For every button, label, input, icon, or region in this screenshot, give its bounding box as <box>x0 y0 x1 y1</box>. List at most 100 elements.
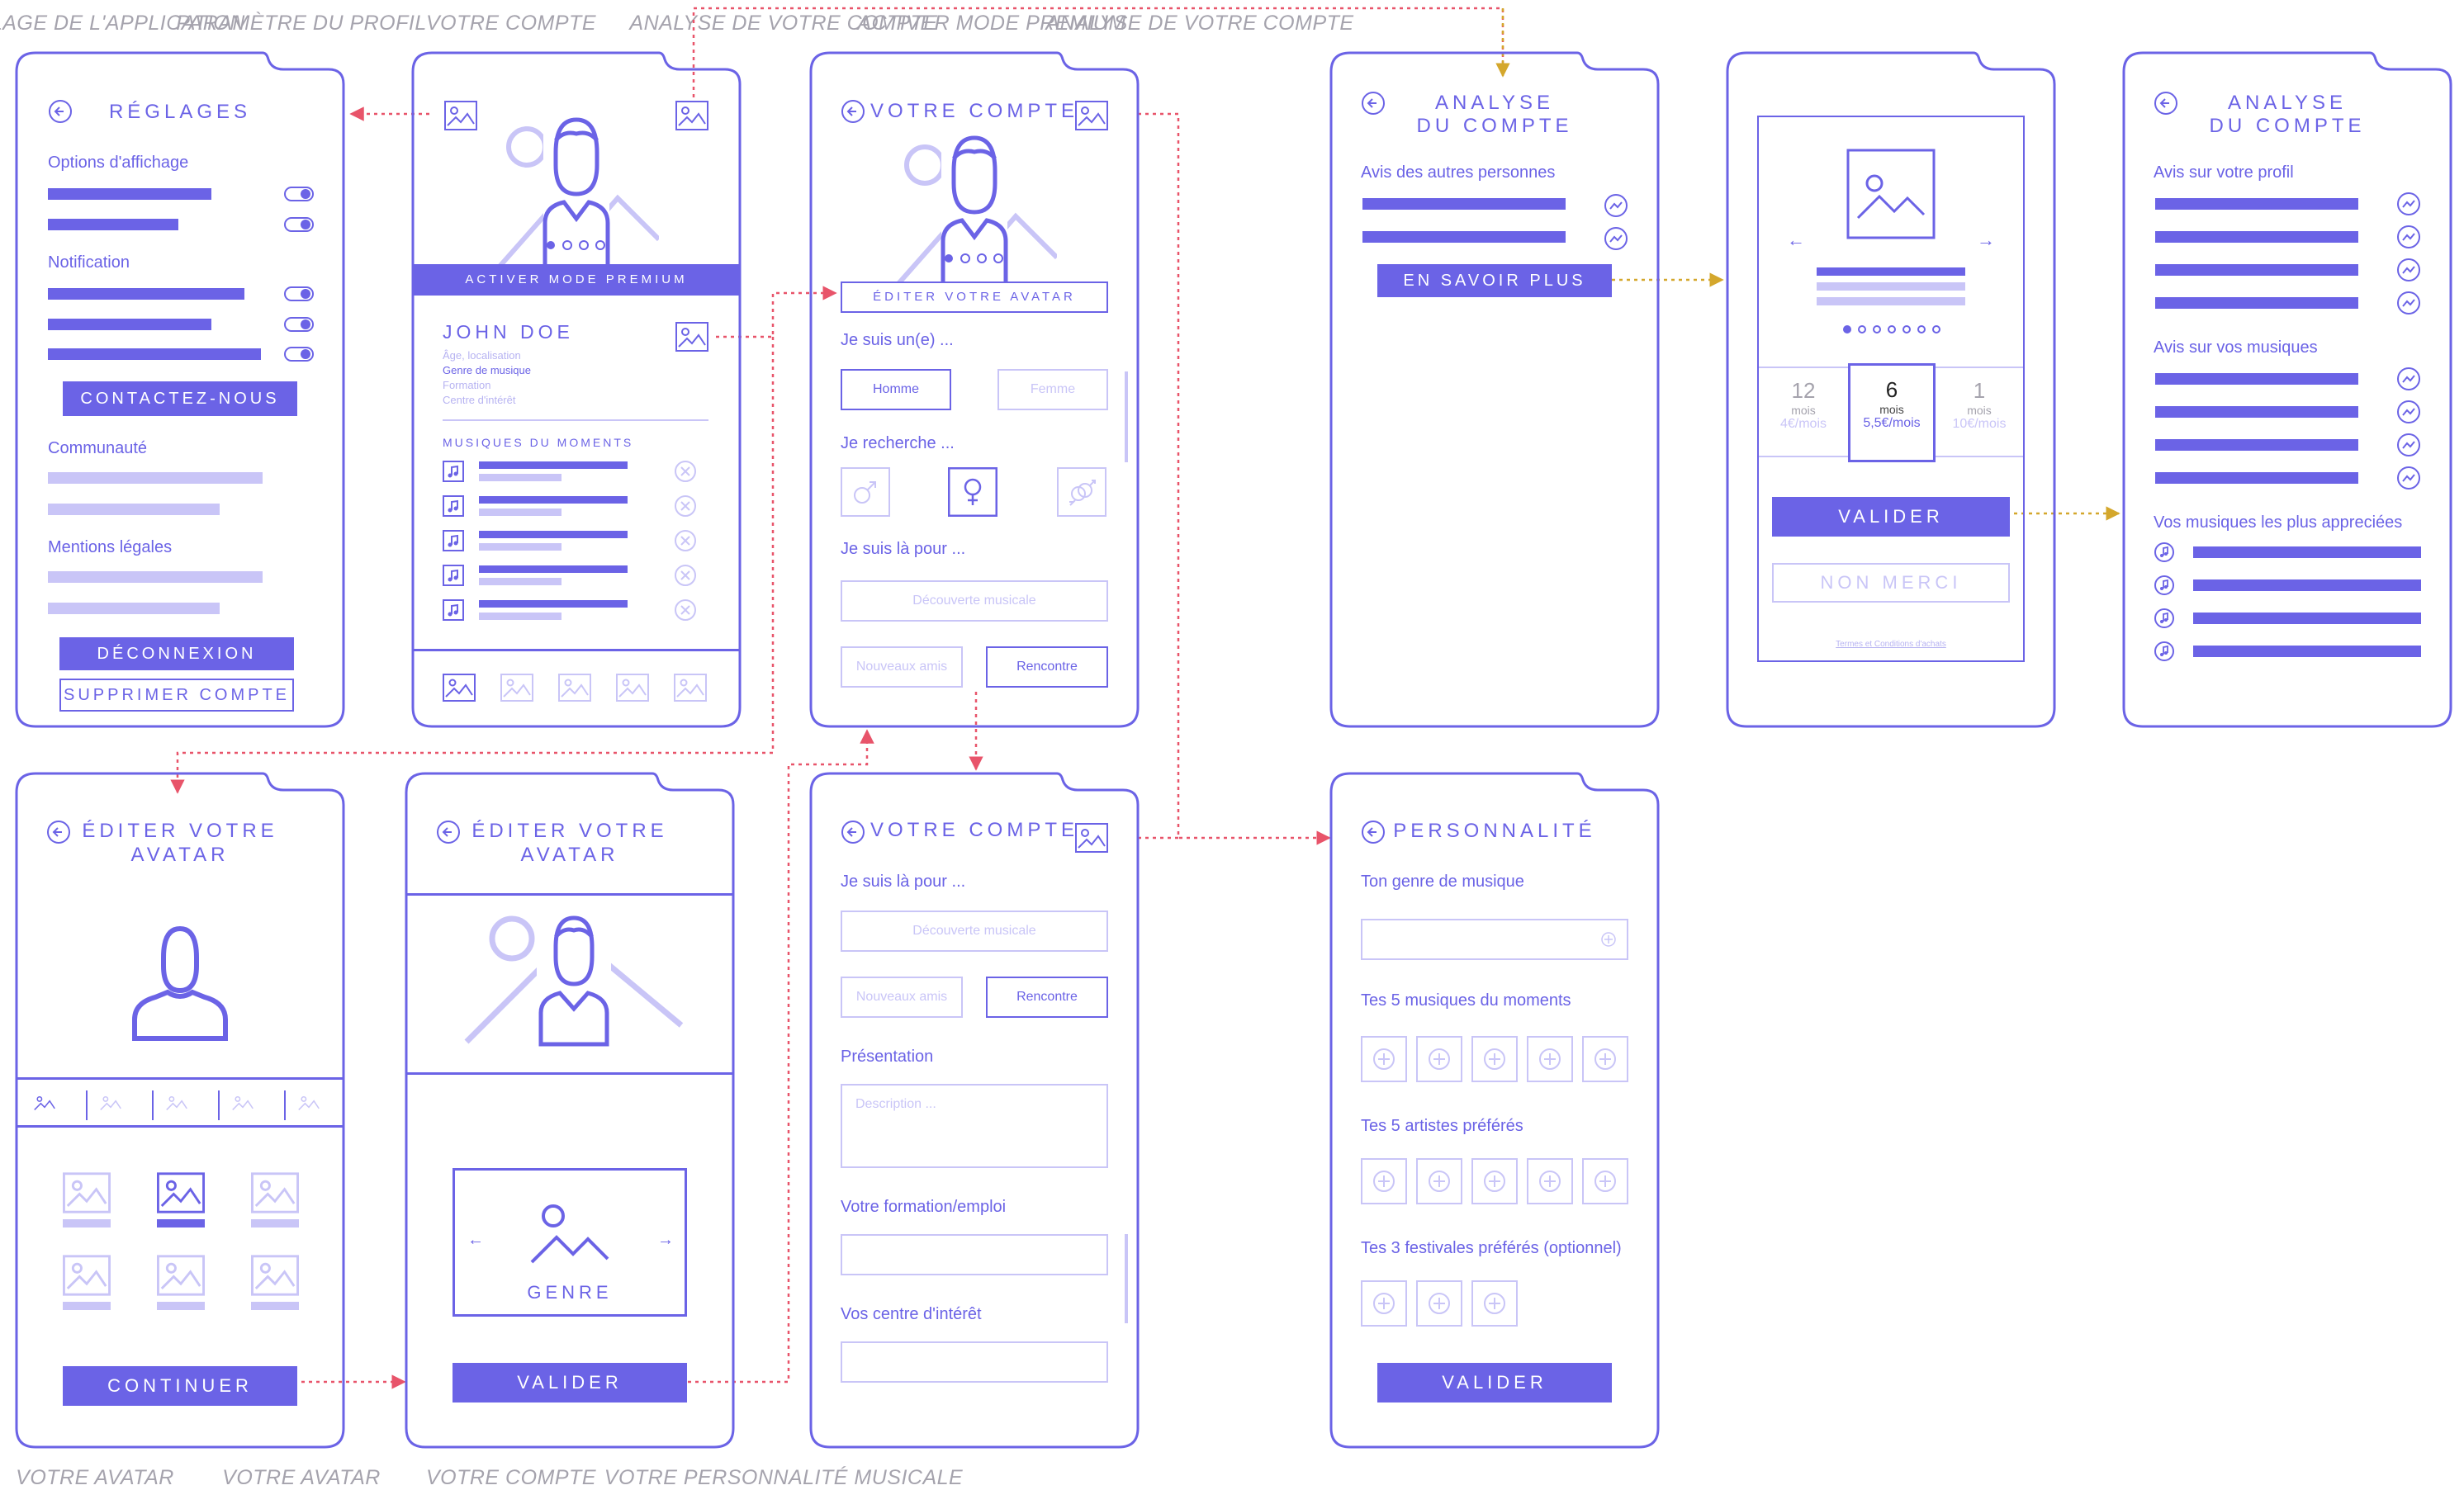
review-icon[interactable] <box>2396 258 2421 286</box>
toggle-icon[interactable] <box>284 217 314 232</box>
plan-1-month[interactable]: 1 mois 10€/mois <box>1936 368 2023 456</box>
review-icon[interactable] <box>2396 225 2421 253</box>
image-icon[interactable] <box>1075 101 1108 130</box>
add-slot-icon[interactable] <box>1416 1036 1462 1086</box>
add-slot-icon[interactable] <box>1471 1280 1518 1331</box>
here-for-label: Je suis là pour ... <box>841 873 966 891</box>
validate-button[interactable]: VALIDER <box>1377 1363 1612 1402</box>
profile-name: JOHN DOE <box>443 321 574 343</box>
divider <box>17 1125 343 1128</box>
page-title-line2: AVATAR <box>130 844 230 866</box>
plan-6-months[interactable]: 6 mois 5,5€/mois <box>1848 363 1936 462</box>
category-tab-icon[interactable] <box>96 1092 126 1118</box>
add-slot-icon[interactable] <box>1361 1280 1407 1331</box>
delete-account-button[interactable]: SUPPRIMER COMPTE <box>59 679 294 712</box>
review-icon[interactable] <box>2396 466 2421 494</box>
terms-link[interactable]: Termes et Conditions d'achats <box>1757 637 2025 652</box>
avatar-option-icon[interactable] <box>157 1171 205 1218</box>
female-option-icon[interactable] <box>948 467 997 517</box>
image-icon[interactable] <box>1075 823 1108 853</box>
edit-avatar-button[interactable]: ÉDITER VOTRE AVATAR <box>841 281 1108 313</box>
remove-icon[interactable] <box>674 460 697 487</box>
toggle-icon[interactable] <box>284 187 314 201</box>
category-tab-icon[interactable] <box>294 1092 324 1118</box>
validate-button[interactable]: VALIDER <box>1772 497 2010 537</box>
photo-thumbnail-icon[interactable] <box>558 674 591 706</box>
category-tab-icon[interactable] <box>162 1092 192 1118</box>
discover-option[interactable]: Découverte musicale <box>841 580 1108 622</box>
scrollbar[interactable] <box>1125 371 1128 462</box>
edit-image-icon[interactable] <box>675 322 708 352</box>
review-icon[interactable] <box>2396 192 2421 220</box>
next-arrow-icon[interactable]: → <box>1977 229 1995 251</box>
review-icon[interactable] <box>2396 367 2421 395</box>
job-input[interactable] <box>841 1234 1108 1275</box>
toggle-icon[interactable] <box>284 317 314 332</box>
photo-thumbnail-icon[interactable] <box>616 674 649 706</box>
friends-option[interactable]: Nouveaux amis <box>841 977 963 1018</box>
image-icon[interactable] <box>675 101 708 130</box>
user-avatar-icon <box>132 925 228 1041</box>
add-icon[interactable] <box>1600 931 1617 948</box>
next-arrow-icon[interactable]: → <box>657 1231 674 1250</box>
learn-more-button[interactable]: EN SAVOIR PLUS <box>1377 264 1612 297</box>
photo-thumbnail-icon[interactable] <box>443 674 476 706</box>
discover-option[interactable]: Découverte musicale <box>841 911 1108 952</box>
notif-bar <box>48 348 261 360</box>
remove-icon[interactable] <box>674 598 697 626</box>
gender-male-option[interactable]: Homme <box>841 369 951 410</box>
toggle-icon[interactable] <box>284 286 314 301</box>
validate-button[interactable]: VALIDER <box>453 1363 687 1402</box>
songs-label: Tes 5 musiques du moments <box>1361 991 1571 1010</box>
premium-button[interactable]: ACTIVER MODE PREMIUM <box>414 264 739 296</box>
both-option-icon[interactable] <box>1057 467 1106 517</box>
add-slot-icon[interactable] <box>1416 1280 1462 1331</box>
add-slot-icon[interactable] <box>1361 1158 1407 1209</box>
avatar-option-icon[interactable] <box>63 1254 111 1301</box>
male-option-icon[interactable] <box>841 467 890 517</box>
review-icon[interactable] <box>2396 291 2421 319</box>
photo-thumbnail-icon[interactable] <box>500 674 533 706</box>
meet-option[interactable]: Rencontre <box>986 646 1108 688</box>
add-slot-icon[interactable] <box>1361 1036 1407 1086</box>
remove-icon[interactable] <box>674 564 697 591</box>
description-input[interactable]: Description ... <box>841 1084 1108 1168</box>
toggle-icon[interactable] <box>284 347 314 362</box>
review-icon[interactable] <box>1604 226 1628 251</box>
avatar-option-icon[interactable] <box>63 1171 111 1218</box>
scrollbar[interactable] <box>1125 1234 1128 1323</box>
contact-button[interactable]: CONTACTEZ-NOUS <box>63 381 297 416</box>
meet-option[interactable]: Rencontre <box>986 977 1108 1018</box>
photo-thumbnail-icon[interactable] <box>674 674 707 706</box>
category-tab-icon[interactable] <box>30 1092 59 1118</box>
continue-button[interactable]: CONTINUER <box>63 1366 297 1406</box>
avatar-option-icon[interactable] <box>251 1171 299 1218</box>
add-slot-icon[interactable] <box>1471 1036 1518 1086</box>
add-slot-icon[interactable] <box>1582 1036 1628 1086</box>
review-icon[interactable] <box>2396 433 2421 461</box>
review-icon[interactable] <box>1604 193 1628 218</box>
interest-input[interactable] <box>841 1341 1108 1383</box>
genre-input[interactable] <box>1361 919 1628 960</box>
plan-12-months[interactable]: 12 mois 4€/mois <box>1759 368 1848 456</box>
prev-arrow-icon[interactable]: ← <box>1787 229 1805 251</box>
phone-profile: ACTIVER MODE PREMIUM JOHN DOE Âge, local… <box>411 51 742 728</box>
logout-button[interactable]: DÉCONNEXION <box>59 637 294 670</box>
remove-icon[interactable] <box>674 529 697 556</box>
avatar-option-icon[interactable] <box>251 1254 299 1301</box>
no-thanks-button[interactable]: NON MERCI <box>1772 563 2010 603</box>
avatar-option-icon[interactable] <box>157 1254 205 1301</box>
add-slot-icon[interactable] <box>1582 1158 1628 1209</box>
friends-option[interactable]: Nouveaux amis <box>841 646 963 688</box>
add-slot-icon[interactable] <box>1416 1158 1462 1209</box>
review-icon[interactable] <box>2396 400 2421 428</box>
add-slot-icon[interactable] <box>1527 1158 1573 1209</box>
prev-arrow-icon[interactable]: ← <box>467 1231 484 1250</box>
song-artist-bar <box>479 543 562 551</box>
add-slot-icon[interactable] <box>1527 1036 1573 1086</box>
gender-female-option[interactable]: Femme <box>997 369 1108 410</box>
add-slot-icon[interactable] <box>1471 1158 1518 1209</box>
image-icon[interactable] <box>444 101 477 130</box>
remove-icon[interactable] <box>674 494 697 522</box>
category-tab-icon[interactable] <box>228 1092 258 1118</box>
